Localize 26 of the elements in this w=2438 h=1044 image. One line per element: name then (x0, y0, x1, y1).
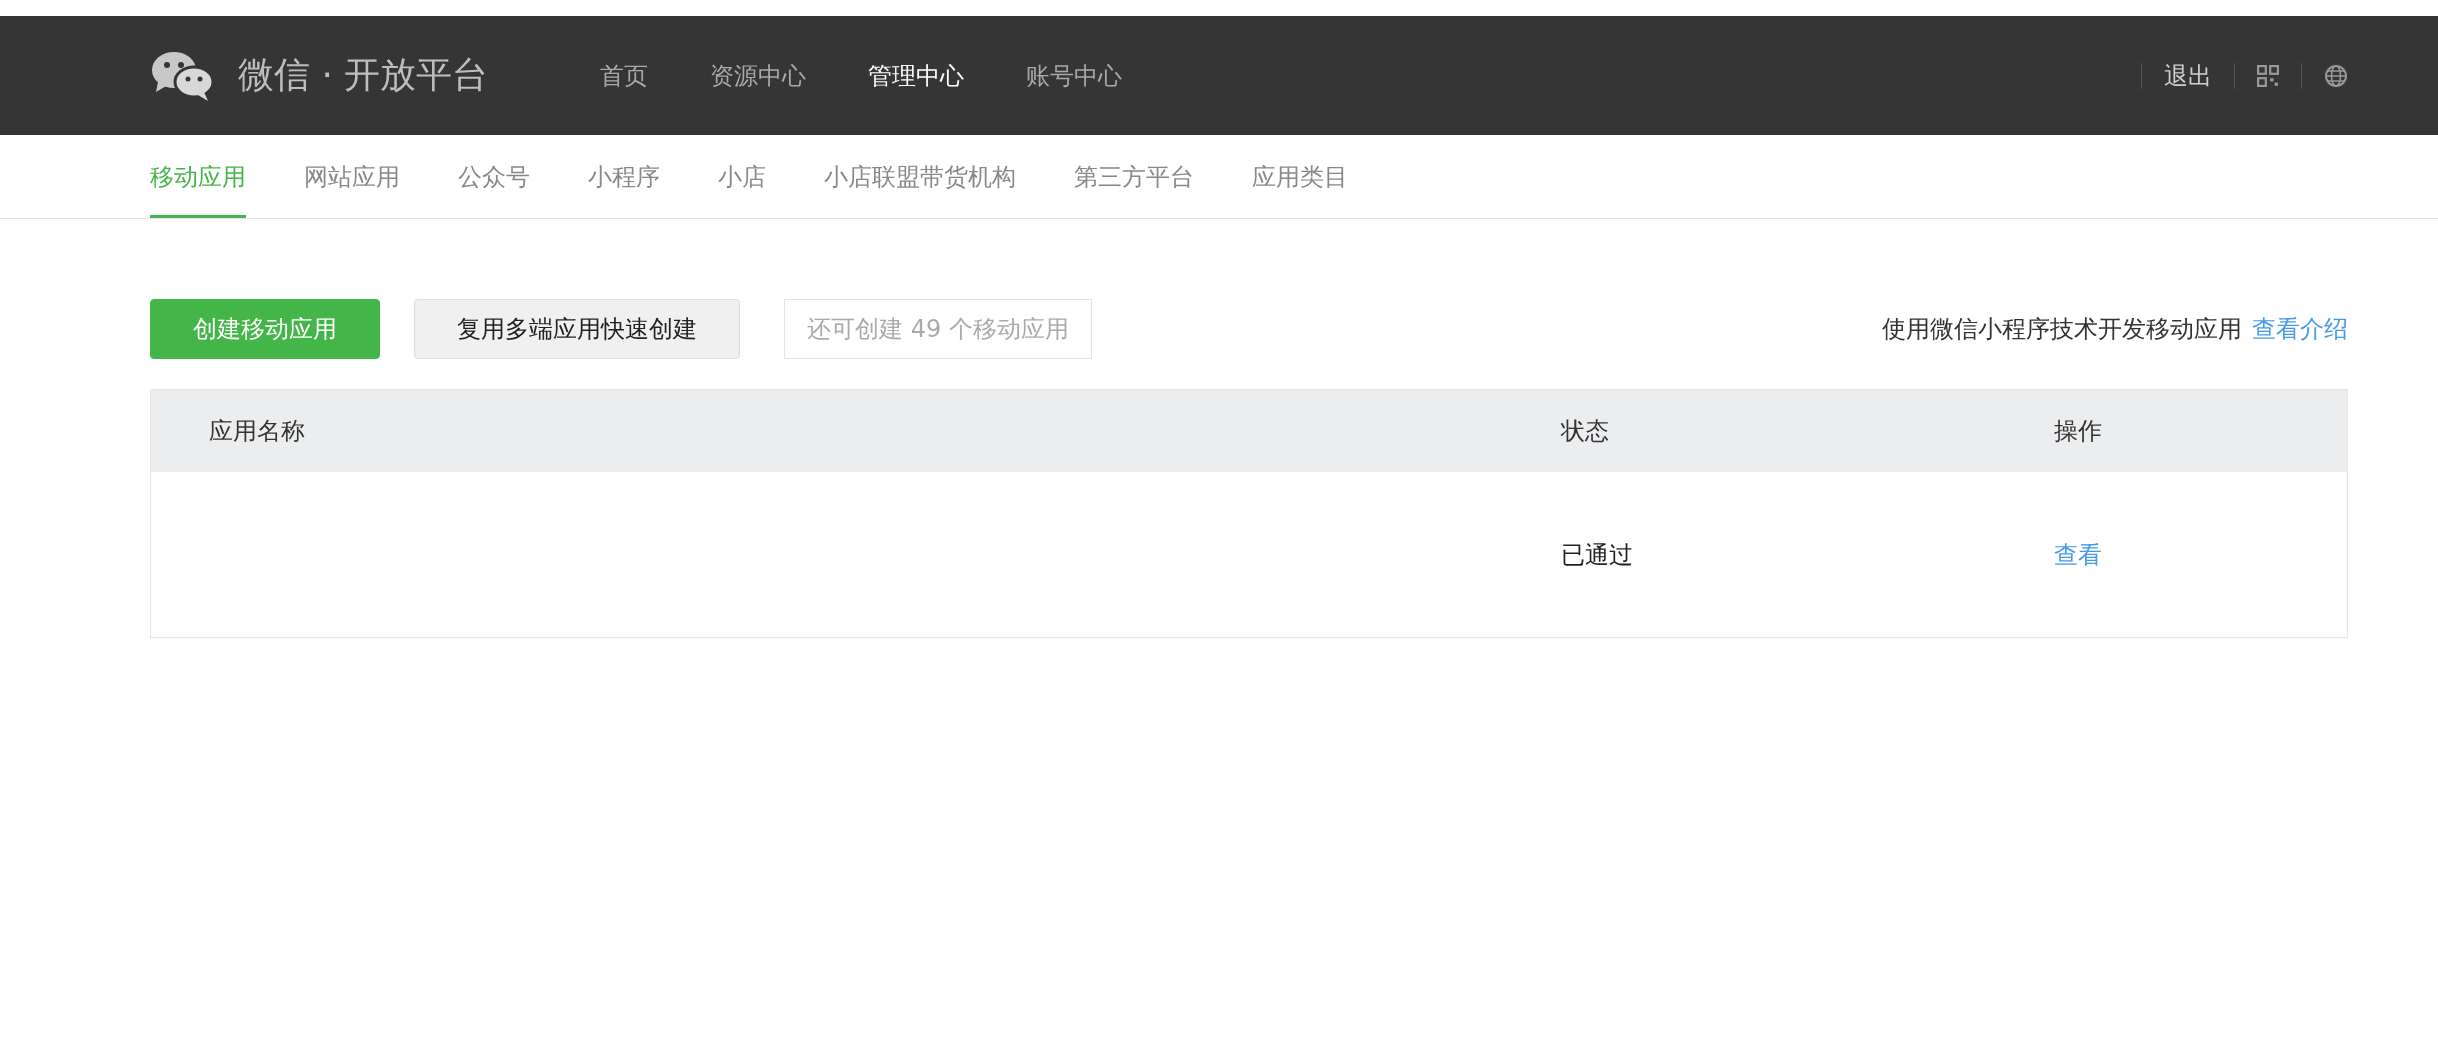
intro-text: 使用微信小程序技术开发移动应用 (1882, 314, 2242, 345)
tab[interactable]: 第三方平台 (1074, 135, 1194, 218)
nav-item[interactable]: 资源中心 (704, 59, 812, 92)
globe-icon[interactable] (2324, 63, 2348, 88)
column-header: 操作 (2054, 417, 2102, 445)
tab[interactable]: 小店 (718, 135, 766, 218)
tab[interactable]: 公众号 (458, 135, 530, 218)
column-header: 应用名称 (209, 417, 305, 445)
logo-text: 微信 · 开放平台 (238, 53, 489, 97)
create-app-button[interactable]: 创建移动应用 (150, 299, 380, 359)
reuse-create-button[interactable]: 复用多端应用快速创建 (414, 299, 740, 359)
nav-item[interactable]: 账号中心 (1020, 59, 1128, 92)
nav-item[interactable]: 管理中心 (862, 59, 970, 92)
nav-item[interactable]: 首页 (594, 59, 654, 92)
tab[interactable]: 应用类目 (1252, 135, 1348, 218)
view-link[interactable]: 查看 (2054, 540, 2102, 569)
column-header: 状态 (1561, 417, 1609, 445)
status-text: 已通过 (1561, 540, 1633, 569)
intro-link[interactable]: 查看介绍 (2252, 313, 2348, 345)
tab[interactable]: 小程序 (588, 135, 660, 218)
tab[interactable]: 小店联盟带货机构 (824, 135, 1016, 218)
quota-tooltip: 还可创建 49 个移动应用 (784, 299, 1092, 359)
tab[interactable]: 网站应用 (304, 135, 400, 218)
qr-code-icon[interactable] (2257, 64, 2279, 87)
logout-link[interactable]: 退出 (2164, 59, 2212, 92)
tab[interactable]: 移动应用 (150, 135, 246, 218)
